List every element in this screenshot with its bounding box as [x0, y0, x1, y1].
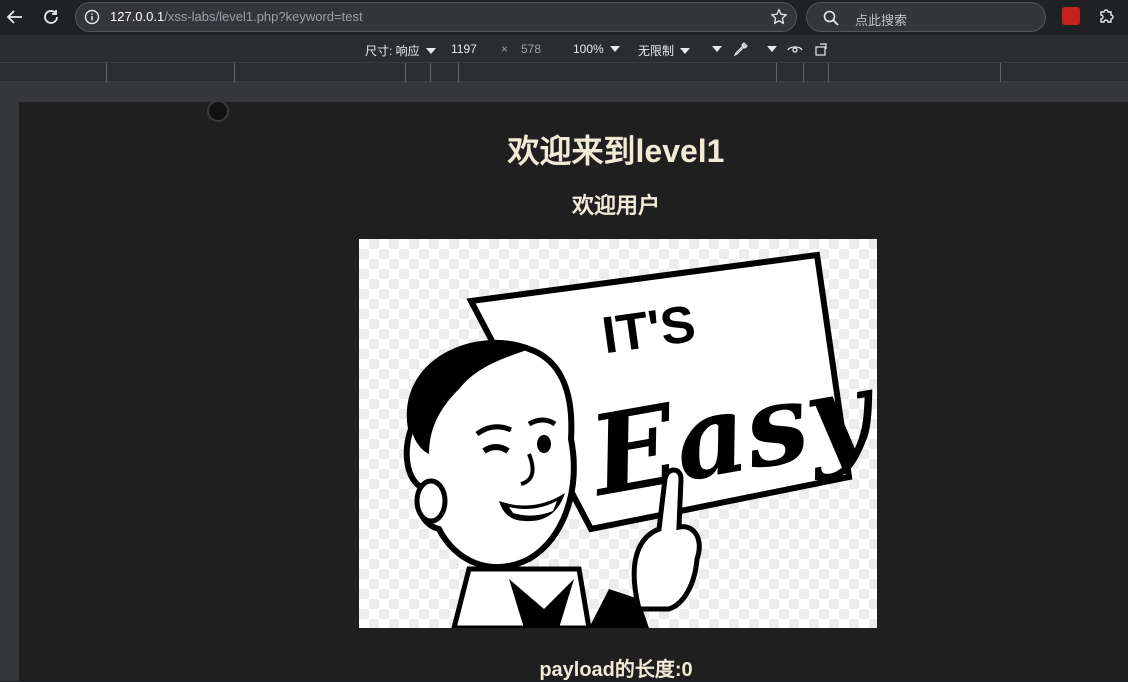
search-box[interactable]: 点此搜索 — [806, 2, 1046, 32]
touch-cursor-icon — [207, 100, 229, 122]
chevron-down-icon — [425, 48, 436, 54]
page-subtitle: 欢迎用户 — [571, 193, 660, 218]
zoom-label: 100% — [573, 42, 604, 56]
sensors-dropdown[interactable] — [761, 42, 777, 56]
info-icon[interactable] — [84, 9, 100, 25]
page-viewport: 欢迎来到level1 欢迎用户 IT'S Easy payload的长度:0 — [19, 100, 1128, 681]
man-ear — [414, 478, 448, 524]
rotate-device-icon[interactable] — [814, 41, 830, 57]
bookmark-star-icon[interactable] — [770, 8, 788, 26]
ruler-tick — [776, 63, 777, 82]
dimensions-label: 尺寸: 响应 — [365, 44, 420, 58]
throttle-dropdown[interactable]: 无限制 — [638, 42, 691, 59]
vision-eye-icon[interactable] — [787, 41, 803, 57]
ruler-tick — [430, 63, 431, 82]
url-host: 127.0.0.1 — [110, 9, 165, 24]
height-input[interactable]: 578 — [521, 42, 541, 56]
its-easy-illustration: IT'S Easy — [359, 239, 888, 631]
search-icon — [823, 10, 839, 26]
times-sign: × — [501, 42, 509, 56]
payload-length: payload的长度:0 — [539, 659, 693, 681]
ruler-tick — [803, 63, 804, 82]
page-title: 欢迎来到level1 — [507, 133, 725, 169]
ruler-tick — [828, 63, 829, 82]
width-input[interactable]: 1197 — [451, 42, 477, 56]
browser-toolbar: 127.0.0.1/xss-labs/level1.php?keyword=te… — [0, 0, 1128, 34]
more-dropdown[interactable] — [706, 42, 722, 56]
url-path: /xss-labs/level1.php?keyword=test — [164, 9, 363, 24]
extensions-puzzle-icon[interactable] — [1098, 7, 1116, 25]
dimensions-dropdown[interactable]: 尺寸: 响应 — [365, 42, 436, 59]
search-placeholder: 点此搜索 — [855, 13, 908, 28]
media-query-ruler[interactable] — [0, 62, 1128, 82]
eyedropper-icon[interactable] — [733, 41, 749, 57]
viewport-background: 欢迎来到level1 欢迎用户 IT'S Easy payload的长度:0 — [0, 82, 1128, 681]
address-bar[interactable]: 127.0.0.1/xss-labs/level1.php?keyword=te… — [75, 2, 797, 32]
ruler-tick — [106, 63, 107, 82]
chevron-down-icon — [680, 48, 691, 54]
man-eye-right — [537, 435, 551, 453]
ruler-tick — [458, 63, 459, 82]
back-arrow-icon[interactable] — [4, 6, 26, 28]
chevron-down-icon — [609, 46, 620, 52]
zoom-dropdown[interactable]: 100% — [573, 42, 620, 56]
device-toolbar: 尺寸: 响应 1197 × 578 100% 无限制 — [0, 35, 1128, 62]
extension-video-icon[interactable] — [1062, 7, 1080, 25]
chevron-down-icon — [712, 46, 722, 52]
ruler-tick — [1000, 63, 1001, 82]
url-text[interactable]: 127.0.0.1/xss-labs/level1.php?keyword=te… — [110, 9, 363, 24]
reload-icon[interactable] — [40, 6, 62, 28]
ruler-tick — [234, 63, 235, 82]
ruler-tick — [405, 63, 406, 82]
throttle-label: 无限制 — [638, 44, 675, 58]
chevron-down-icon — [767, 46, 777, 52]
